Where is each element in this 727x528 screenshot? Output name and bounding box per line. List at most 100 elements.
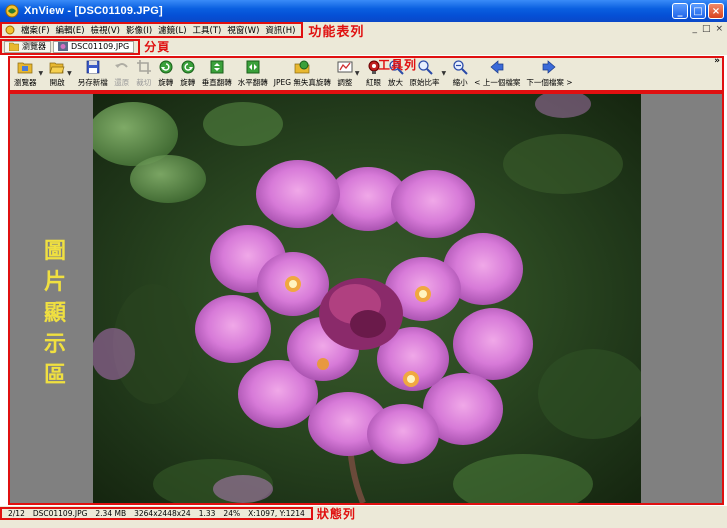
mdi-minimize-button[interactable]: _ bbox=[692, 24, 697, 34]
save-as-button[interactable]: 另存新檔 bbox=[78, 58, 108, 88]
menu-items: 檔案(F) 編輯(E) 檢視(V) 影像(I) 濾鏡(L) 工具(T) 視窗(W… bbox=[0, 22, 304, 38]
menu-bar: 檔案(F) 編輯(E) 檢視(V) 影像(I) 濾鏡(L) 工具(T) 視窗(W… bbox=[0, 22, 727, 40]
rotate-right-icon bbox=[181, 60, 195, 74]
tab-browser-label: 瀏覽器 bbox=[22, 42, 46, 51]
undo-icon bbox=[114, 63, 128, 68]
menu-window[interactable]: 視窗(W) bbox=[224, 24, 262, 36]
adjust-dropdown-icon[interactable]: ▼ bbox=[355, 70, 360, 77]
browser-dropdown-icon[interactable]: ▼ bbox=[39, 70, 44, 77]
rotate-left-button-label: 旋轉 bbox=[158, 78, 174, 87]
jpeg-lossless-rotate-button[interactable]: JPEG 無失真旋轉 bbox=[274, 58, 331, 88]
flower-photo bbox=[93, 94, 641, 503]
status-cursor-coordinates: X:1097, Y:1214 bbox=[248, 508, 305, 518]
browser-button[interactable]: 瀏覽器 bbox=[14, 58, 37, 88]
status-bar: 2/12 DSC01109.JPG 2.34 MB 3264x2448x24 1… bbox=[0, 506, 727, 521]
flip-horizontal-button[interactable]: 水平翻轉 bbox=[238, 58, 268, 88]
rotate-right-button[interactable]: 旋轉 bbox=[180, 58, 196, 88]
xnview-app-icon bbox=[5, 4, 19, 18]
zoom-original-dropdown-icon[interactable]: ▼ bbox=[442, 70, 447, 77]
image-area-annotation: 圖 片 顯 示 區 bbox=[42, 236, 68, 391]
menu-image[interactable]: 影像(I) bbox=[123, 24, 155, 36]
browser-icon bbox=[17, 62, 33, 74]
image-thumbnail-icon bbox=[58, 42, 68, 51]
menu-file[interactable]: 檔案(F) bbox=[18, 24, 53, 36]
menu-view[interactable]: 檢視(V) bbox=[88, 24, 123, 36]
menubar-annotation: 功能表列 bbox=[308, 24, 365, 40]
save-as-button-label: 另存新檔 bbox=[77, 78, 108, 87]
adjust-icon bbox=[337, 61, 353, 73]
undo-button[interactable]: 還原 bbox=[114, 58, 130, 88]
next-file-button-label: 下一個檔案 > bbox=[526, 78, 573, 87]
menu-tools[interactable]: 工具(T) bbox=[190, 24, 225, 36]
flip-vertical-icon bbox=[210, 60, 224, 74]
tab-image[interactable]: DSC01109.JPG bbox=[53, 40, 135, 53]
status-zoom: 24% bbox=[223, 508, 241, 518]
annotation-char: 圖 bbox=[43, 239, 66, 264]
flip-vertical-button-label: 垂直翻轉 bbox=[201, 78, 232, 87]
undo-button-label: 還原 bbox=[114, 78, 130, 87]
next-file-icon bbox=[543, 60, 556, 74]
toolbar-annotation: 工具列 bbox=[378, 58, 418, 72]
tab-image-label: DSC01109.JPG bbox=[71, 42, 130, 51]
minimize-button[interactable]: _ bbox=[672, 3, 688, 19]
menu-help[interactable]: 資訊(H) bbox=[262, 24, 298, 36]
save-disk-icon bbox=[86, 60, 100, 74]
toolbar-overflow-chevron-icon[interactable]: » bbox=[714, 56, 720, 66]
next-file-button[interactable]: 下一個檔案 > bbox=[526, 58, 573, 88]
close-button[interactable]: × bbox=[708, 3, 724, 19]
rotate-left-button[interactable]: 旋轉 bbox=[158, 58, 174, 88]
previous-file-button-label: < 上一個檔案 bbox=[474, 78, 521, 87]
tab-browser[interactable]: 瀏覽器 bbox=[4, 40, 51, 53]
open-button-label: 開啟 bbox=[49, 78, 65, 87]
status-aspect-ratio: 1.33 bbox=[198, 508, 216, 518]
rotate-right-button-label: 旋轉 bbox=[180, 78, 196, 87]
jpeg-lossless-rotate-button-label: JPEG 無失真旋轉 bbox=[273, 78, 331, 87]
open-folder-icon bbox=[49, 62, 65, 74]
status-filesize: 2.34 MB bbox=[95, 508, 127, 518]
status-filename: DSC01109.JPG bbox=[32, 508, 88, 518]
title-bar[interactable]: XnView - [DSC01109.JPG] _ □ × bbox=[0, 0, 727, 22]
toolbar: 瀏覽器 ▼ 開啟 ▼ 另存新檔 還原 裁切 旋轉 旋轉 垂直翻轉 水平翻轉 JP… bbox=[8, 56, 724, 92]
crop-button[interactable]: 裁切 bbox=[136, 58, 152, 88]
tab-bar: 瀏覽器 DSC01109.JPG 分頁 bbox=[0, 38, 727, 55]
tabbar-annotation: 分頁 bbox=[144, 40, 171, 54]
jpeg-lossless-rotate-icon bbox=[294, 60, 310, 74]
status-fields: 2/12 DSC01109.JPG 2.34 MB 3264x2448x24 1… bbox=[0, 506, 313, 520]
annotation-char: 顯 bbox=[43, 301, 66, 326]
statusbar-annotation: 狀態列 bbox=[316, 506, 356, 521]
annotation-char: 片 bbox=[43, 270, 66, 295]
zoom-original-button-label: 原始比率 bbox=[409, 78, 440, 87]
rotate-left-icon bbox=[159, 60, 173, 74]
adjust-button[interactable]: 調整 bbox=[337, 58, 353, 88]
annotation-char: 區 bbox=[43, 363, 66, 388]
window-title: XnView - [DSC01109.JPG] bbox=[24, 5, 163, 17]
document-menu-icon[interactable] bbox=[5, 25, 15, 35]
flip-horizontal-icon bbox=[246, 60, 260, 74]
browser-folder-icon bbox=[9, 42, 19, 51]
status-file-index: 2/12 bbox=[8, 508, 25, 518]
lantana-flower-image bbox=[93, 94, 641, 503]
open-dropdown-icon[interactable]: ▼ bbox=[67, 70, 72, 77]
browser-button-label: 瀏覽器 bbox=[14, 78, 37, 87]
zoom-out-button-label: 縮小 bbox=[452, 78, 468, 87]
menu-filter[interactable]: 濾鏡(L) bbox=[155, 24, 189, 36]
previous-file-icon bbox=[490, 60, 504, 74]
image-display-area[interactable]: 圖 片 顯 示 區 bbox=[8, 92, 724, 505]
crop-icon bbox=[136, 60, 151, 74]
tab-strip: 瀏覽器 DSC01109.JPG bbox=[0, 38, 141, 55]
zoom-out-icon bbox=[453, 60, 468, 75]
crop-button-label: 裁切 bbox=[136, 78, 152, 87]
red-eye-button-label: 紅眼 bbox=[366, 78, 382, 87]
window-bottom-edge bbox=[0, 520, 727, 528]
mdi-close-button[interactable]: × bbox=[715, 24, 723, 34]
annotation-char: 示 bbox=[43, 332, 66, 357]
menu-edit[interactable]: 編輯(E) bbox=[53, 24, 88, 36]
previous-file-button[interactable]: < 上一個檔案 bbox=[474, 58, 520, 88]
maximize-button[interactable]: □ bbox=[690, 3, 706, 19]
open-button[interactable]: 開啟 bbox=[49, 58, 65, 88]
status-dimensions: 3264x2448x24 bbox=[134, 508, 191, 518]
flip-horizontal-button-label: 水平翻轉 bbox=[237, 78, 268, 87]
mdi-restore-button[interactable]: □ bbox=[702, 24, 711, 34]
zoom-out-button[interactable]: 縮小 bbox=[452, 58, 468, 88]
flip-vertical-button[interactable]: 垂直翻轉 bbox=[202, 58, 232, 88]
